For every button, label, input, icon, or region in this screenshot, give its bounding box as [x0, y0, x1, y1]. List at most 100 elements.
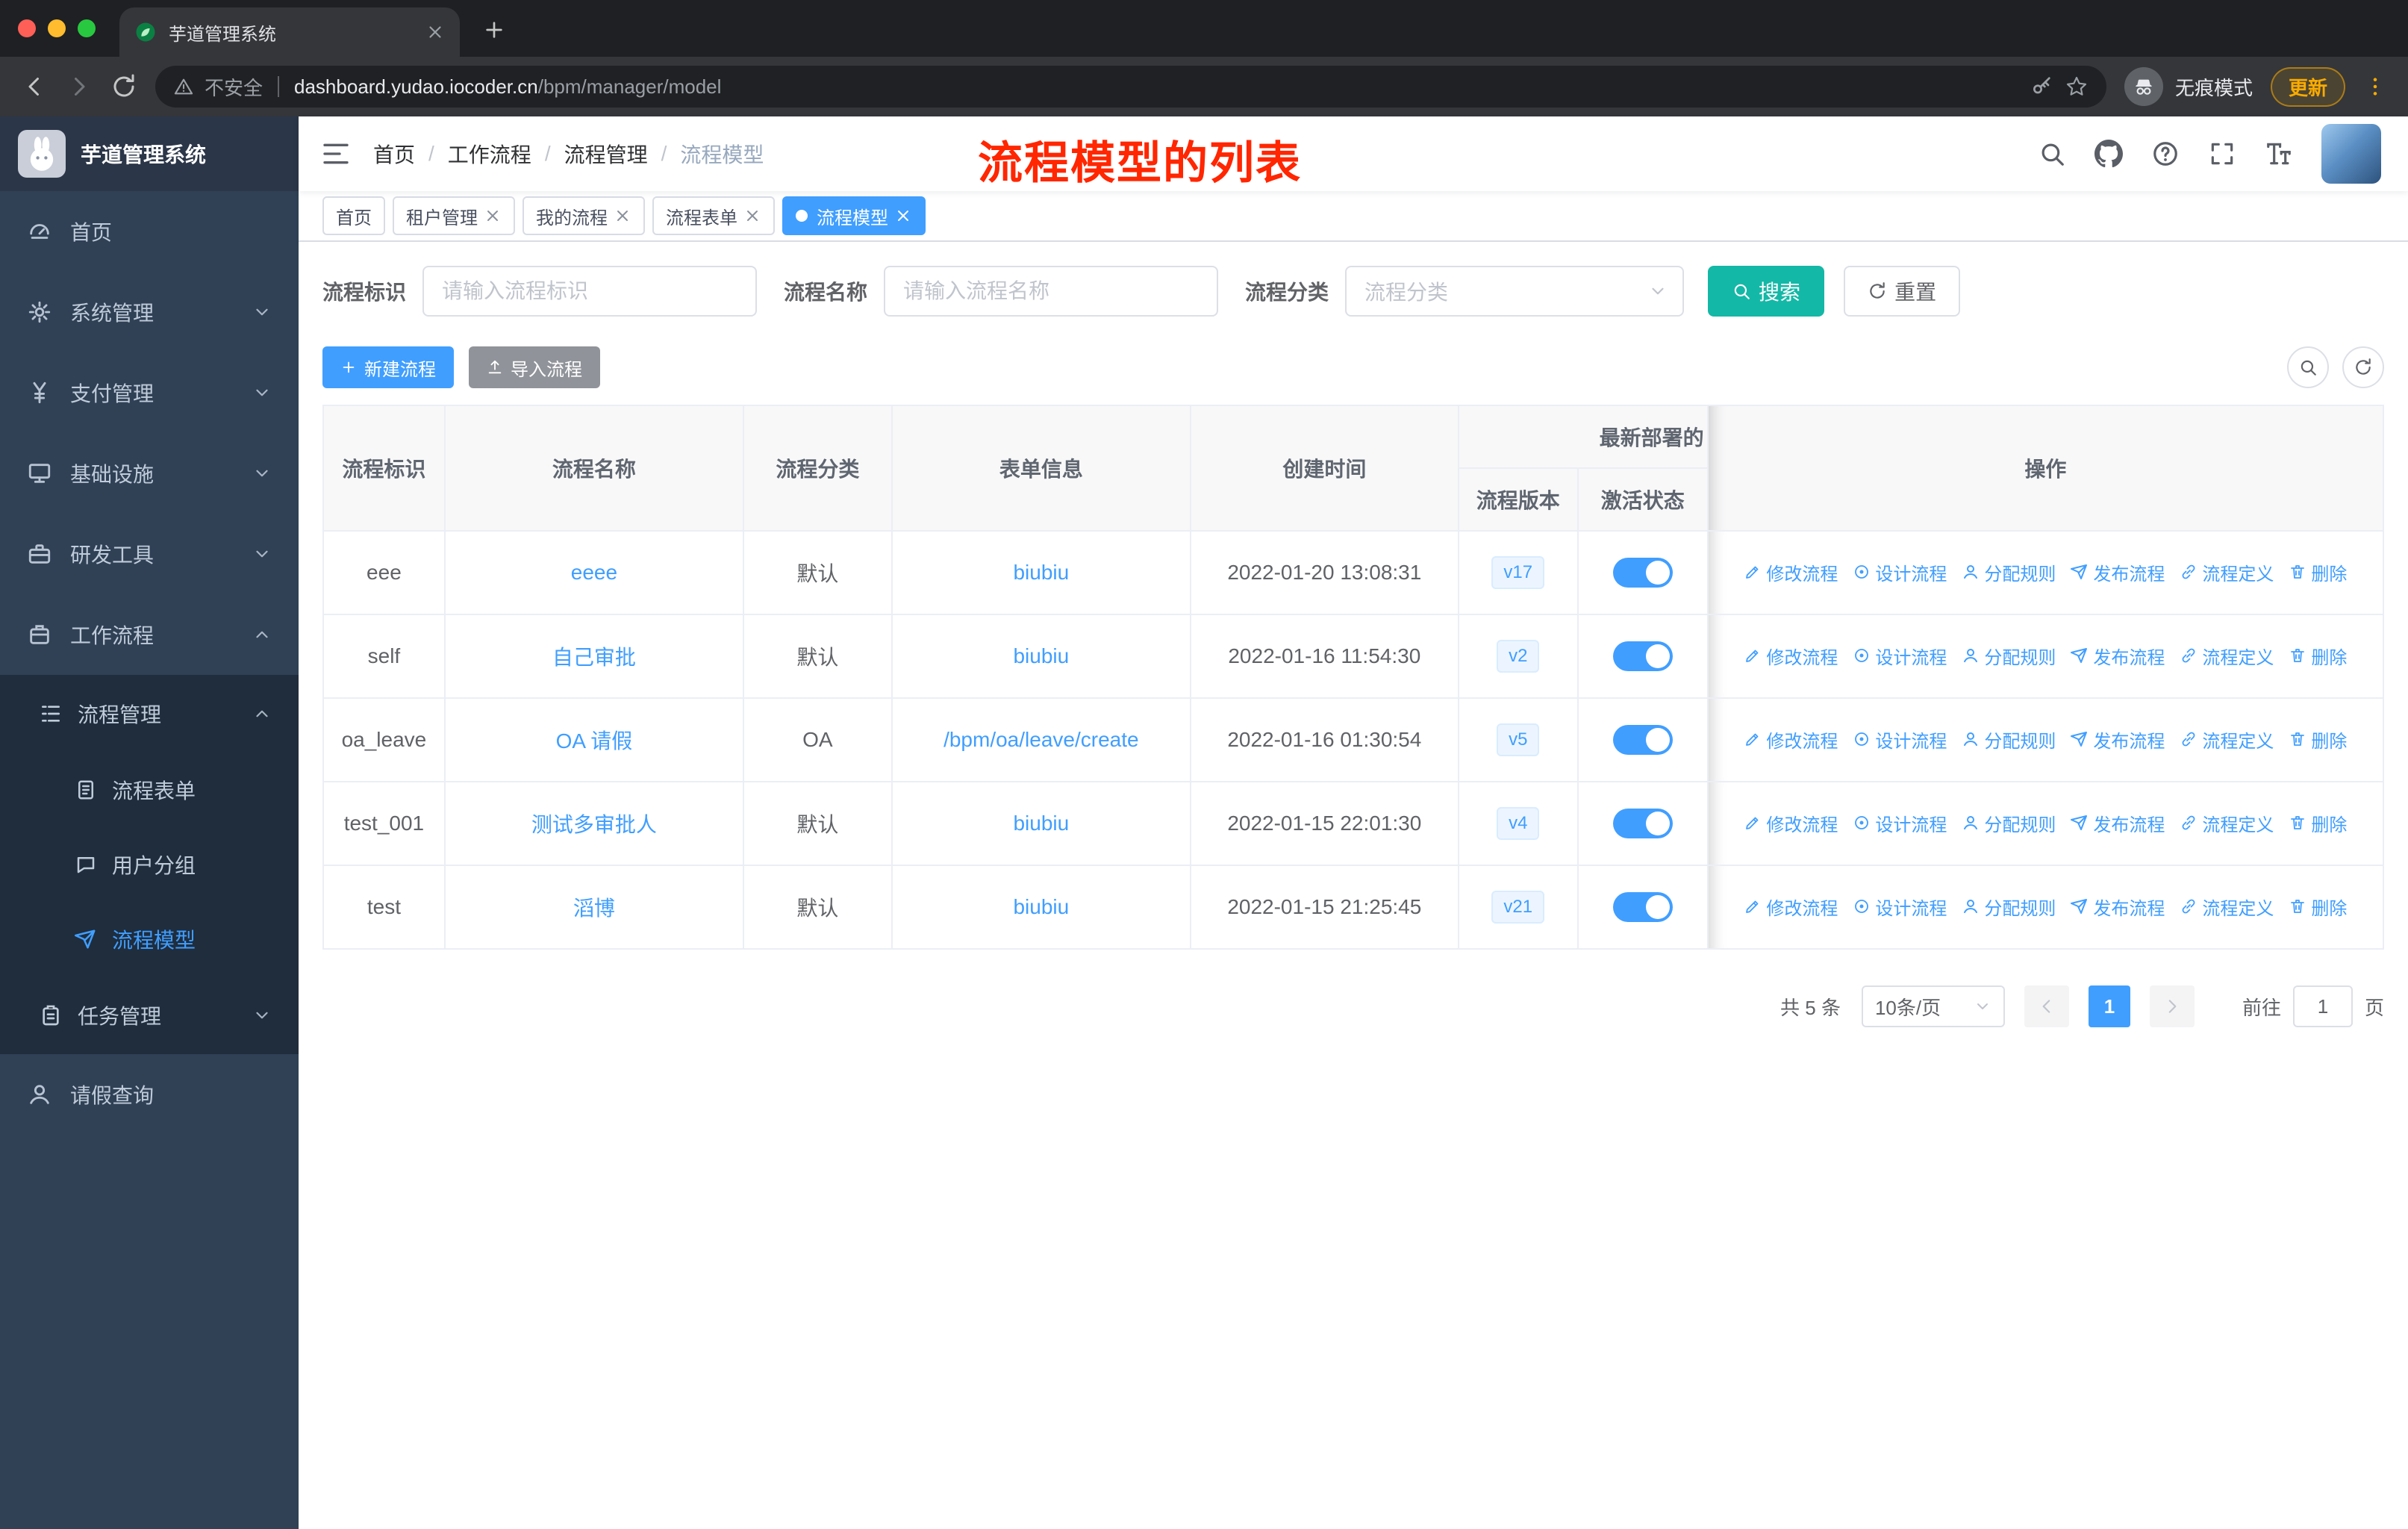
sidebar-item-leave-query[interactable]: 请假查询 [0, 1054, 299, 1135]
breadcrumb-item[interactable]: 首页 [373, 139, 415, 169]
sidebar-item-user-group[interactable]: 用户分组 [0, 827, 299, 902]
sidebar-item-process-form[interactable]: 流程表单 [0, 753, 299, 827]
form-info-link[interactable]: biubiu [1013, 812, 1069, 835]
assign-rule-link[interactable]: 分配规则 [1962, 810, 2056, 836]
security-label[interactable]: 不安全 [205, 73, 263, 101]
form-info-link[interactable]: biubiu [1013, 644, 1069, 667]
search-icon[interactable] [2038, 140, 2066, 168]
prev-page-button[interactable] [2024, 985, 2069, 1027]
publish-process-link[interactable]: 发布流程 [2071, 643, 2165, 669]
sidebar-item-home[interactable]: 首页 [0, 191, 299, 272]
design-process-link[interactable]: 设计流程 [1853, 559, 1947, 585]
modify-process-link[interactable]: 修改流程 [1744, 643, 1838, 669]
tag-process-model[interactable]: 流程模型 [782, 196, 926, 235]
goto-page-input[interactable] [2292, 985, 2353, 1027]
process-name-input[interactable] [884, 266, 1219, 317]
back-icon[interactable] [21, 73, 48, 100]
assign-rule-link[interactable]: 分配规则 [1962, 643, 2056, 669]
process-definition-link[interactable]: 流程定义 [2180, 726, 2274, 753]
assign-rule-link[interactable]: 分配规则 [1962, 559, 2056, 585]
design-process-link[interactable]: 设计流程 [1853, 894, 1947, 920]
publish-process-link[interactable]: 发布流程 [2071, 810, 2165, 836]
tab-close-icon[interactable] [425, 22, 445, 42]
sidebar-item-task-management[interactable]: 任务管理 [0, 977, 299, 1054]
active-toggle[interactable] [1612, 809, 1673, 838]
search-button[interactable]: 搜索 [1708, 266, 1825, 317]
assign-rule-link[interactable]: 分配规则 [1962, 726, 2056, 753]
modify-process-link[interactable]: 修改流程 [1744, 559, 1838, 585]
new-tab-button[interactable] [472, 7, 517, 52]
fullscreen-icon[interactable] [2208, 140, 2236, 168]
user-avatar[interactable] [2321, 124, 2381, 184]
page-number-button[interactable]: 1 [2088, 985, 2130, 1027]
password-key-icon[interactable] [2030, 75, 2054, 99]
browser-menu-icon[interactable] [2363, 75, 2387, 99]
minimize-window-button[interactable] [48, 19, 66, 37]
hide-search-button[interactable] [2287, 346, 2329, 388]
delete-link[interactable]: 删除 [2289, 643, 2347, 669]
font-size-icon[interactable] [2265, 140, 2293, 168]
process-name-link[interactable]: 测试多审批人 [531, 813, 657, 836]
close-icon[interactable] [614, 207, 631, 225]
active-toggle[interactable] [1612, 641, 1673, 671]
process-name-link[interactable]: eeee [571, 561, 617, 584]
modify-process-link[interactable]: 修改流程 [1744, 726, 1838, 753]
close-window-button[interactable] [18, 19, 36, 37]
close-icon[interactable] [484, 207, 502, 225]
form-info-link[interactable]: biubiu [1013, 561, 1069, 584]
page-size-select[interactable]: 10条/页 [1861, 985, 2005, 1027]
forward-icon[interactable] [66, 73, 93, 100]
update-button[interactable]: 更新 [2270, 66, 2345, 107]
maximize-window-button[interactable] [78, 19, 96, 37]
modify-process-link[interactable]: 修改流程 [1744, 810, 1838, 836]
process-category-select[interactable]: 流程分类 [1345, 266, 1685, 317]
design-process-link[interactable]: 设计流程 [1853, 726, 1947, 753]
create-process-button[interactable]: 新建流程 [322, 346, 454, 388]
process-name-link[interactable]: 自己审批 [552, 646, 636, 669]
bookmark-star-icon[interactable] [2065, 75, 2089, 99]
tag-home[interactable]: 首页 [322, 196, 385, 235]
sidebar-item-devtools[interactable]: 研发工具 [0, 514, 299, 594]
design-process-link[interactable]: 设计流程 [1853, 643, 1947, 669]
delete-link[interactable]: 删除 [2289, 726, 2347, 753]
sidebar-item-process-model[interactable]: 流程模型 [0, 902, 299, 977]
tag-process-form[interactable]: 流程表单 [652, 196, 775, 235]
sidebar-item-system[interactable]: 系统管理 [0, 272, 299, 352]
sidebar-item-process-management[interactable]: 流程管理 [0, 675, 299, 753]
sidebar-item-workflow[interactable]: 工作流程 [0, 594, 299, 675]
tag-tenant[interactable]: 租户管理 [393, 196, 515, 235]
import-process-button[interactable]: 导入流程 [469, 346, 600, 388]
browser-tab[interactable]: 芋道管理系统 [119, 7, 460, 57]
sidebar-item-infrastructure[interactable]: 基础设施 [0, 433, 299, 514]
delete-link[interactable]: 删除 [2289, 559, 2347, 585]
tag-my-process[interactable]: 我的流程 [523, 196, 645, 235]
form-info-link[interactable]: /bpm/oa/leave/create [943, 728, 1139, 751]
address-bar[interactable]: 不安全 dashboard.yudao.iocoder.cn/bpm/manag… [155, 66, 2106, 108]
close-icon[interactable] [743, 207, 761, 225]
publish-process-link[interactable]: 发布流程 [2071, 894, 2165, 920]
process-name-link[interactable]: 滔博 [573, 897, 615, 920]
sidebar-item-payment[interactable]: 支付管理 [0, 352, 299, 433]
publish-process-link[interactable]: 发布流程 [2071, 726, 2165, 753]
help-question-icon[interactable] [2151, 140, 2180, 168]
close-icon[interactable] [894, 207, 912, 225]
url-text[interactable]: dashboard.yudao.iocoder.cn/bpm/manager/m… [294, 75, 721, 99]
process-definition-link[interactable]: 流程定义 [2180, 894, 2274, 920]
form-info-link[interactable]: biubiu [1013, 895, 1069, 918]
app-logo[interactable]: 芋道管理系统 [0, 116, 299, 191]
github-icon[interactable] [2094, 140, 2123, 168]
next-page-button[interactable] [2149, 985, 2195, 1027]
active-toggle[interactable] [1612, 725, 1673, 755]
process-definition-link[interactable]: 流程定义 [2180, 643, 2274, 669]
modify-process-link[interactable]: 修改流程 [1744, 894, 1838, 920]
refresh-table-button[interactable] [2342, 346, 2384, 388]
breadcrumb-item[interactable]: 流程管理 [564, 139, 648, 169]
design-process-link[interactable]: 设计流程 [1853, 810, 1947, 836]
process-id-input[interactable] [422, 266, 758, 317]
process-definition-link[interactable]: 流程定义 [2180, 559, 2274, 585]
delete-link[interactable]: 删除 [2289, 894, 2347, 920]
reload-icon[interactable] [110, 73, 137, 100]
publish-process-link[interactable]: 发布流程 [2071, 559, 2165, 585]
breadcrumb-item[interactable]: 工作流程 [448, 139, 531, 169]
process-name-link[interactable]: OA 请假 [556, 729, 633, 753]
